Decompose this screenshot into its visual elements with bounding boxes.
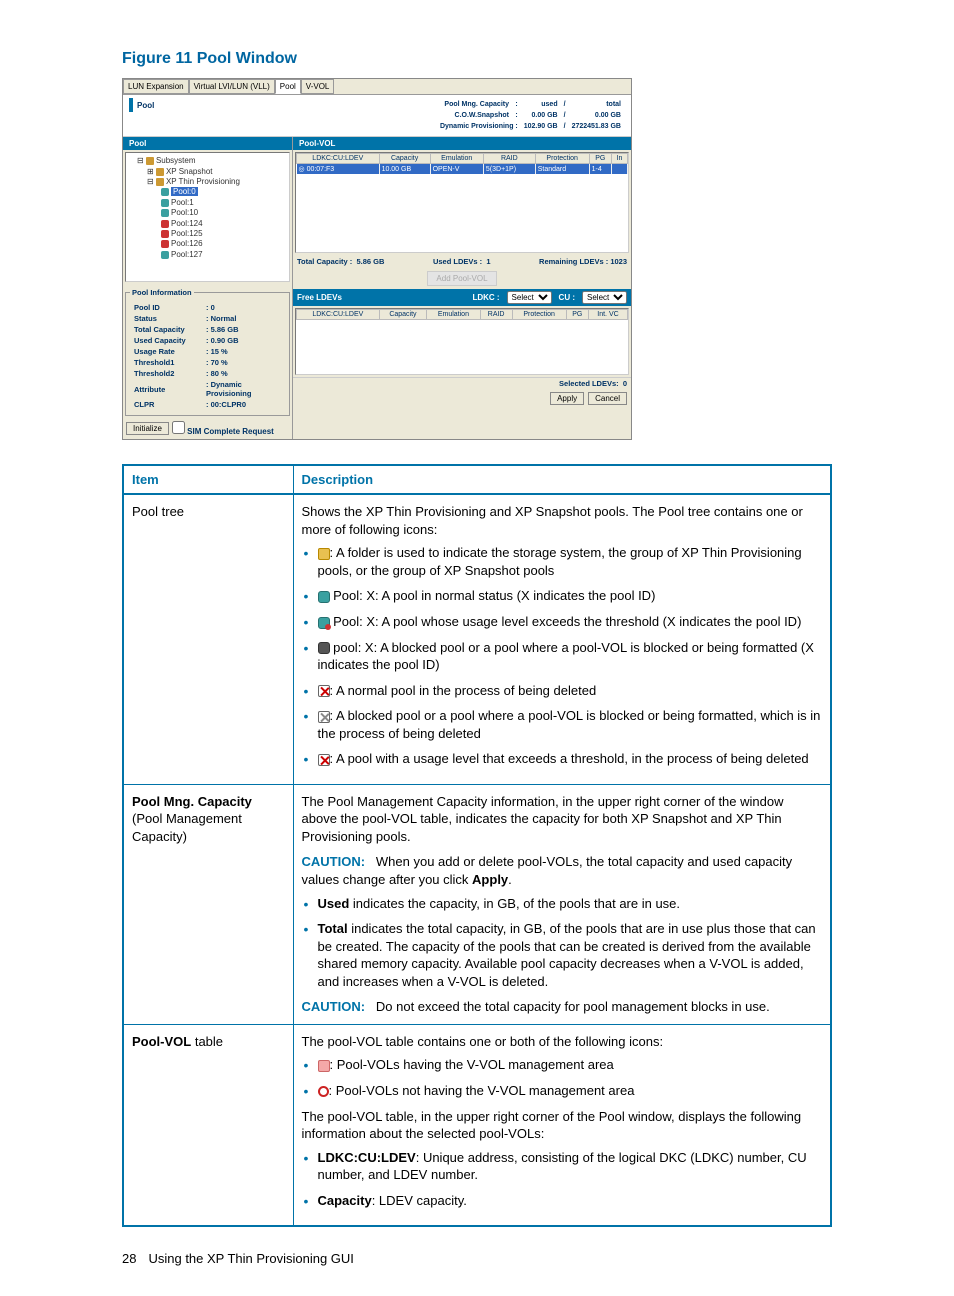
pool-mng-capacity-header: Pool Mng. Capacity:used/total C.O.W.Snap… bbox=[436, 98, 625, 133]
poolvol-table[interactable]: LDKC:CU:LDEVCapacityEmulationRAIDProtect… bbox=[295, 152, 629, 253]
pool-deleting-icon bbox=[318, 685, 330, 697]
tab-vll[interactable]: Virtual LVI/LUN (VLL) bbox=[189, 79, 275, 94]
pool-tree-header: Pool bbox=[123, 137, 292, 150]
initialize-button[interactable]: Initialize bbox=[126, 422, 169, 435]
pool-normal-icon bbox=[318, 591, 330, 603]
table-row: Pool tree Shows the XP Thin Provisioning… bbox=[123, 494, 831, 784]
tab-pool[interactable]: Pool bbox=[275, 79, 301, 94]
col-description: Description bbox=[293, 465, 831, 494]
table-row: Pool Mng. Capacity (Pool Management Capa… bbox=[123, 784, 831, 1024]
pool-blocked-deleting-icon bbox=[318, 711, 330, 723]
free-ldevs-table[interactable]: LDKC:CU:LDEVCapacityEmulationRAIDProtect… bbox=[295, 308, 629, 375]
table-row: Pool-VOL table The pool-VOL table contai… bbox=[123, 1024, 831, 1226]
sim-complete-checkbox[interactable]: SIM Complete Request bbox=[172, 421, 274, 436]
pool-threshold-deleting-icon bbox=[318, 754, 330, 766]
apply-button[interactable]: Apply bbox=[550, 392, 584, 405]
pool-tree[interactable]: ⊟ Subsystem ⊞ XP Snapshot ⊟ XP Thin Prov… bbox=[125, 152, 290, 282]
figure-title: Figure 11 Pool Window bbox=[122, 50, 832, 68]
page-footer: 28Using the XP Thin Provisioning GUI bbox=[122, 1251, 832, 1266]
pool-blocked-icon bbox=[318, 642, 330, 654]
poolvol-novvol-icon bbox=[318, 1086, 329, 1097]
add-poolvol-button: Add Pool-VOL bbox=[427, 271, 496, 286]
tab-lun-expansion[interactable]: LUN Expansion bbox=[123, 79, 189, 94]
description-table: Item Description Pool tree Shows the XP … bbox=[122, 464, 832, 1227]
pool-window-screenshot: LUN Expansion Virtual LVI/LUN (VLL) Pool… bbox=[122, 78, 632, 440]
free-ldevs-bar: Free LDEVs LDKC : Select CU : Select bbox=[293, 289, 631, 306]
pool-threshold-icon bbox=[318, 617, 330, 629]
selected-ldevs-label: Selected LDEVs: 0 bbox=[293, 377, 631, 389]
cancel-button[interactable]: Cancel bbox=[588, 392, 627, 405]
ldkc-select[interactable]: Select bbox=[507, 291, 552, 304]
tab-vvol[interactable]: V-VOL bbox=[301, 79, 335, 94]
pool-information-panel: Pool Information Pool ID: 0 Status: Norm… bbox=[125, 288, 290, 416]
col-item: Item bbox=[123, 465, 293, 494]
folder-icon bbox=[318, 548, 330, 560]
table-row[interactable]: ◎ 00:07:F310.00 GBOPEN-V5(3D+1P)Standard… bbox=[297, 164, 628, 175]
pool-title: Pool bbox=[129, 98, 154, 112]
tabs-row: LUN Expansion Virtual LVI/LUN (VLL) Pool… bbox=[123, 79, 631, 95]
poolvol-vvol-icon bbox=[318, 1060, 330, 1072]
poolvol-header: Pool-VOL bbox=[293, 137, 631, 150]
cu-select[interactable]: Select bbox=[582, 291, 627, 304]
poolvol-stats: Total Capacity : 5.86 GB Used LDEVs : 1 … bbox=[293, 255, 631, 268]
